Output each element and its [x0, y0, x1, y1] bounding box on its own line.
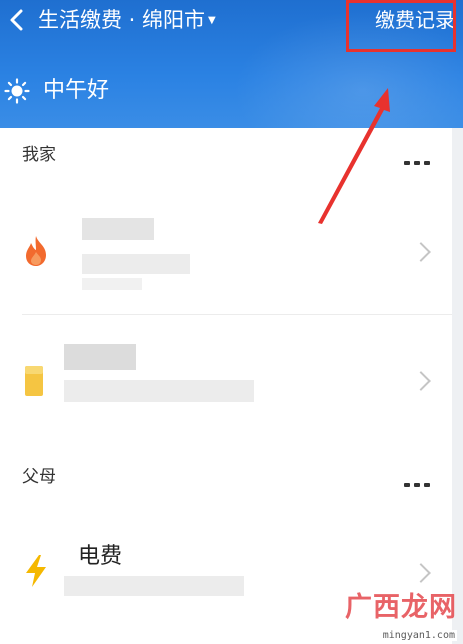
- water-icon: [25, 366, 43, 396]
- red-arrow-annotation: [318, 88, 390, 224]
- page-edge-strip: [452, 128, 463, 644]
- page-title: 生活缴费 · 绵阳市: [38, 8, 206, 32]
- list-item-water[interactable]: [0, 328, 452, 438]
- section-title: 父母: [22, 467, 56, 487]
- more-options-icon[interactable]: [404, 150, 434, 165]
- divider: [22, 314, 452, 315]
- flame-icon: [26, 236, 46, 266]
- section-title: 我家: [22, 145, 56, 165]
- section-header-parents: 父母: [0, 450, 452, 500]
- chevron-right-icon: [411, 563, 431, 583]
- list-item-electricity[interactable]: 电费: [0, 520, 452, 630]
- account-number-blurred: [64, 380, 254, 402]
- chevron-right-icon: [411, 242, 431, 262]
- item-name: 电费: [78, 544, 123, 569]
- more-options-icon[interactable]: [404, 472, 434, 487]
- account-number-blurred: [64, 576, 244, 596]
- city-selector[interactable]: 生活缴费 · 绵阳市 ▼: [38, 6, 216, 35]
- chevron-right-icon: [411, 371, 431, 391]
- greeting-text: 中午好: [43, 78, 110, 103]
- account-detail-blurred: [82, 278, 142, 290]
- account-number-blurred: [82, 254, 190, 274]
- highlight-annotation-box: [346, 0, 456, 52]
- sun-icon: [4, 78, 30, 104]
- account-name-blurred: [64, 344, 136, 370]
- account-name-blurred: [82, 218, 154, 240]
- lightning-icon: [26, 555, 46, 587]
- caret-down-icon: ▼: [208, 15, 216, 26]
- back-chevron-icon[interactable]: [4, 6, 32, 34]
